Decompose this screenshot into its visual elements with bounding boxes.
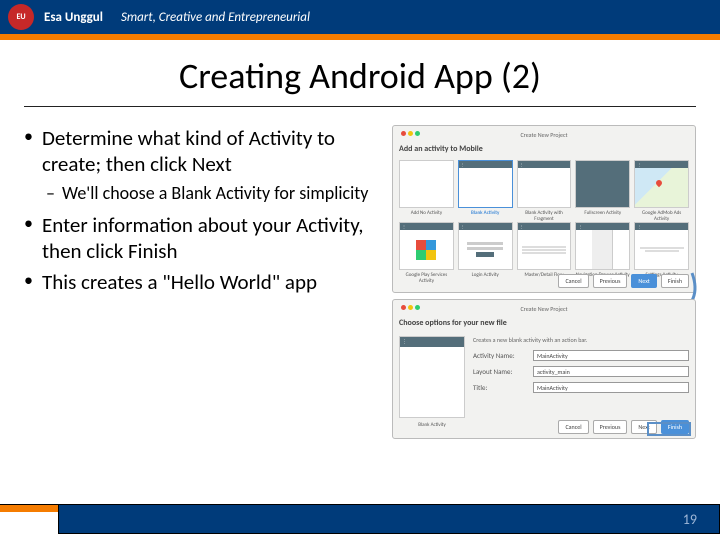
screenshot-activity-chooser: Create New Project Add an activity to Mo… — [392, 125, 696, 293]
activity-name-field[interactable]: MainActivity — [533, 350, 689, 361]
previous-button[interactable]: Previous — [593, 420, 628, 434]
close-icon — [401, 131, 406, 136]
previous-button[interactable]: Previous — [593, 274, 628, 288]
template-option[interactable]: Blank Activity with Fragment — [517, 210, 572, 218]
field-label: Activity Name: — [473, 351, 529, 360]
cancel-button[interactable]: Cancel — [558, 274, 588, 288]
preview-label: Blank Activity — [399, 422, 465, 430]
template-option-selected[interactable]: Blank Activity — [458, 210, 513, 218]
page-number: 19 — [683, 511, 697, 528]
minimize-icon — [408, 305, 413, 310]
university-name: Esa Unggul — [44, 10, 103, 25]
minimize-icon — [408, 131, 413, 136]
header-bar: EU Esa Unggul Smart, Creative and Entrep… — [0, 0, 720, 34]
preview-pane: ⋮ — [399, 336, 465, 418]
bullet-list: • Determine what kind of Activity to cre… — [24, 125, 384, 439]
template-option[interactable]: Login Activity — [458, 272, 513, 280]
maximize-icon — [415, 305, 420, 310]
footer: 19 — [0, 504, 720, 540]
template-grid: Add No Activity ⋮Blank Activity ⋮Blank A… — [399, 160, 689, 280]
template-option[interactable]: Fullscreen Activity — [575, 210, 630, 218]
university-logo: EU — [8, 4, 34, 30]
dialog-subheading: Creates a new blank activity with an act… — [473, 336, 689, 344]
template-option[interactable]: Google AdMob Ads Activity — [634, 210, 689, 218]
dialog-heading: Choose options for your new file — [399, 318, 689, 328]
cancel-button[interactable]: Cancel — [558, 420, 588, 434]
layout-name-field[interactable]: activity_main — [533, 366, 689, 377]
template-option[interactable]: Add No Activity — [399, 210, 454, 218]
finish-button[interactable]: Finish — [661, 274, 689, 288]
bullet-item: • This creates a "Hello World" app — [24, 269, 384, 295]
field-label: Layout Name: — [473, 367, 529, 376]
slide-title: Creating Android App (2) — [24, 48, 696, 107]
sub-bullet-item: – We'll choose a Blank Activity for simp… — [46, 182, 384, 205]
window-title: Create New Project — [520, 131, 567, 139]
screenshot-activity-options: Create New Project Choose options for yo… — [392, 299, 696, 439]
next-button[interactable]: Next — [631, 274, 656, 288]
bullet-item: • Determine what kind of Activity to cre… — [24, 125, 384, 178]
dialog-heading: Add an activity to Mobile — [399, 144, 689, 154]
highlight-box — [647, 422, 691, 436]
bullet-item: • Enter information about your Activity,… — [24, 212, 384, 265]
tagline: Smart, Creative and Entrepreneurial — [121, 10, 310, 25]
maximize-icon — [415, 131, 420, 136]
window-title: Create New Project — [520, 305, 567, 313]
close-icon — [401, 305, 406, 310]
title-field[interactable]: MainActivity — [533, 382, 689, 393]
field-label: Title: — [473, 383, 529, 392]
template-option[interactable]: Google Play Services Activity — [399, 272, 454, 280]
